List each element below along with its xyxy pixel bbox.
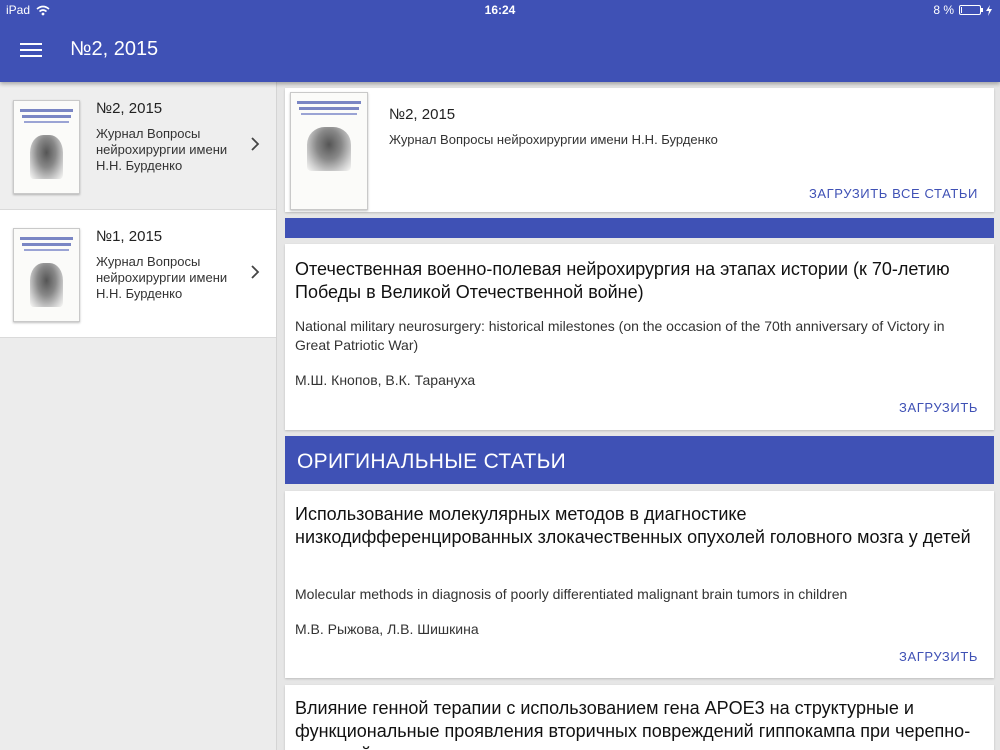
charging-icon — [986, 4, 992, 16]
issue-journal: Журнал Вопросы нейрохирургии имени Н.Н. … — [389, 132, 718, 147]
article-title: Влияние генной терапии с использованием … — [295, 698, 971, 750]
status-time: 16:24 — [484, 3, 516, 17]
issue-number: №2, 2015 — [96, 100, 163, 117]
issue-list: №2, 2015 Журнал Вопросы нейрохирургии им… — [0, 82, 277, 750]
battery-percent: 8 % — [933, 3, 954, 17]
article-authors: М.В. Рыжова, Л.В. Шишкина — [295, 621, 479, 637]
issue-item[interactable]: №2, 2015 Журнал Вопросы нейрохирургии им… — [0, 82, 276, 210]
article-card[interactable]: Отечественная военно-полевая нейрохирург… — [285, 244, 994, 430]
page-title: №2, 2015 — [70, 38, 159, 60]
article-title-en: National military neurosurgery: historic… — [295, 318, 945, 353]
section-header — [285, 218, 994, 238]
article-title: Использование молекулярных методов в диа… — [295, 504, 971, 547]
issue-item[interactable]: №1, 2015 Журнал Вопросы нейрохирургии им… — [0, 210, 276, 338]
issue-cover-image — [13, 228, 80, 322]
article-card[interactable]: Влияние генной терапии с использованием … — [285, 685, 994, 750]
issue-content: №2, 2015 Журнал Вопросы нейрохирургии им… — [278, 82, 1000, 750]
article-card[interactable]: Использование молекулярных методов в диа… — [285, 491, 994, 678]
chevron-right-icon — [251, 137, 260, 151]
article-title: Отечественная военно-полевая нейрохирург… — [295, 259, 950, 302]
download-button[interactable]: ЗАГРУЗИТЬ — [899, 649, 978, 664]
issue-number: №2, 2015 — [389, 106, 456, 123]
battery-icon — [959, 5, 983, 15]
download-button[interactable]: ЗАГРУЗИТЬ — [899, 400, 978, 415]
issue-header-card: №2, 2015 Журнал Вопросы нейрохирургии им… — [285, 88, 994, 212]
issue-cover-image — [290, 92, 368, 210]
menu-icon[interactable] — [20, 40, 42, 60]
chevron-right-icon — [251, 265, 260, 279]
app-bar: iPad 16:24 8 % №2, 2015 — [0, 0, 1000, 82]
issue-journal: Журнал Вопросы нейрохирургии имени Н.Н. … — [96, 126, 228, 173]
issue-number: №1, 2015 — [96, 228, 163, 245]
issue-journal: Журнал Вопросы нейрохирургии имени Н.Н. … — [96, 254, 228, 301]
download-all-button[interactable]: ЗАГРУЗИТЬ ВСЕ СТАТЬИ — [809, 186, 978, 201]
status-bar: iPad 16:24 8 % — [0, 0, 1000, 20]
article-authors: М.Ш. Кнопов, В.К. Тарануха — [295, 372, 476, 388]
article-title-en: Molecular methods in diagnosis of poorly… — [295, 586, 848, 602]
issue-cover-image — [13, 100, 80, 194]
section-header: ОРИГИНАЛЬНЫЕ СТАТЬИ — [285, 436, 994, 484]
